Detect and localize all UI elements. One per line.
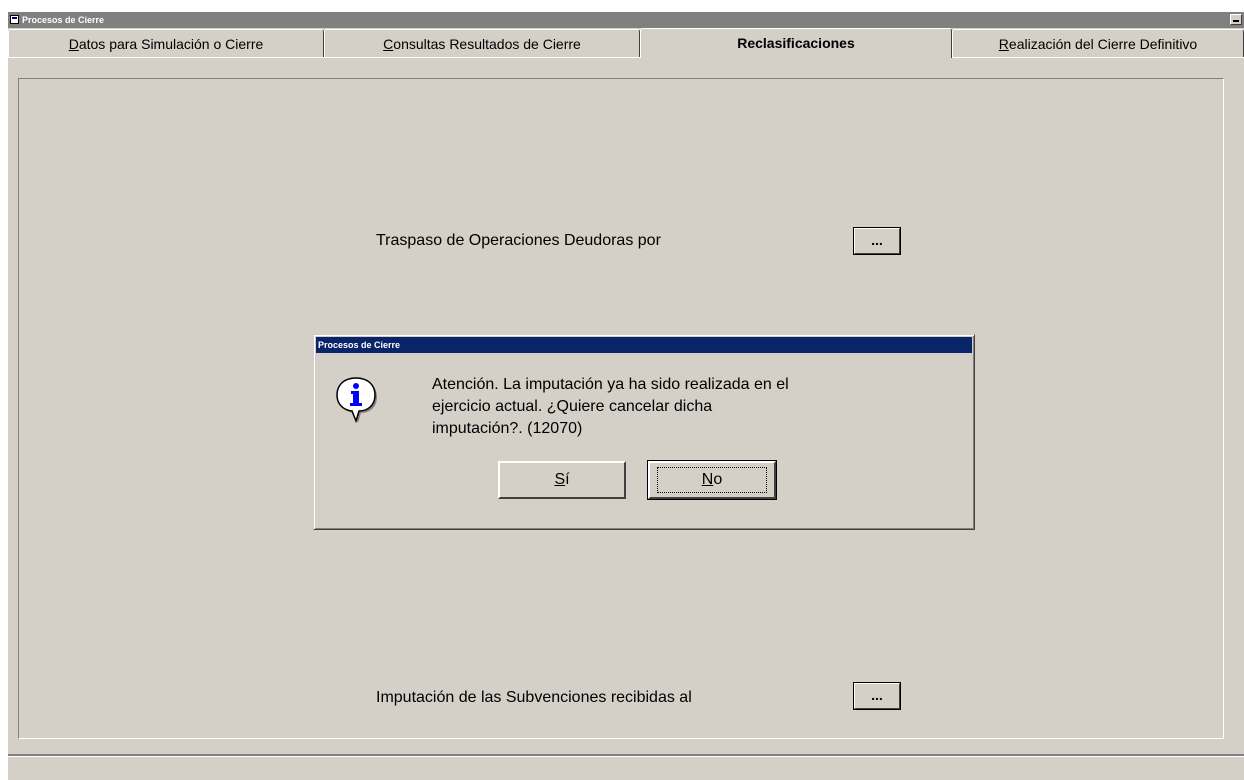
app-window-icon[interactable] [10,15,19,24]
tab-label: onsultas Resultados de Cierre [393,36,581,52]
tab-datos-simulacion[interactable]: Datos para Simulación o Cierre [8,29,324,57]
tab-label: Reclasificaciones [737,35,855,51]
status-separator [8,754,1244,757]
tab-reclasificaciones[interactable]: Reclasificaciones [640,28,952,58]
tab-accelerator: R [998,36,1009,52]
tab-strip-border [8,57,1244,58]
window-titlebar[interactable]: Procesos de Cierre [8,12,1244,28]
tab-consultas-resultados[interactable]: Consultas Resultados de Cierre [324,29,640,57]
no-label: o [713,471,723,488]
minimize-button[interactable] [1230,14,1242,25]
traspaso-operaciones-label: Traspaso de Operaciones Deudoras por [376,232,661,249]
no-accelerator: N [701,471,714,488]
yes-accelerator: S [554,471,566,488]
tab-realizacion-cierre[interactable]: Realización del Cierre Definitivo [952,29,1244,57]
info-icon [336,377,377,423]
message-line: imputación?. (12070) [432,420,583,437]
no-button[interactable]: No [647,460,777,500]
message-line: ejercicio actual. ¿Quiere cancelar dicha [432,398,713,415]
tab-label: ealización del Cierre Definitivo [1008,36,1198,52]
tab-accelerator: D [68,36,79,52]
tab-label: atos para Simulación o Cierre [78,36,264,52]
message-line: Atención. La imputación ya ha sido reali… [432,376,789,393]
yes-button[interactable]: Sí [498,461,626,499]
dialog-title[interactable]: Procesos de Cierre [316,337,972,353]
tab-accelerator: C [383,36,394,52]
imputacion-subvenciones-button[interactable]: ... [853,682,901,710]
main-window: Procesos de Cierre Datos para Simulación… [8,12,1244,780]
dialog-message: Atención. La imputación ya ha sido reali… [432,374,892,440]
imputacion-subvenciones-label: Imputación de las Subvenciones recibidas… [376,689,692,706]
confirm-dialog: Procesos de Cierre Atención. La imputaci… [313,334,975,530]
focus-rect: No [656,467,768,493]
yes-label: í [565,471,570,488]
traspaso-operaciones-button[interactable]: ... [853,227,901,255]
window-title: Procesos de Cierre [22,15,105,25]
